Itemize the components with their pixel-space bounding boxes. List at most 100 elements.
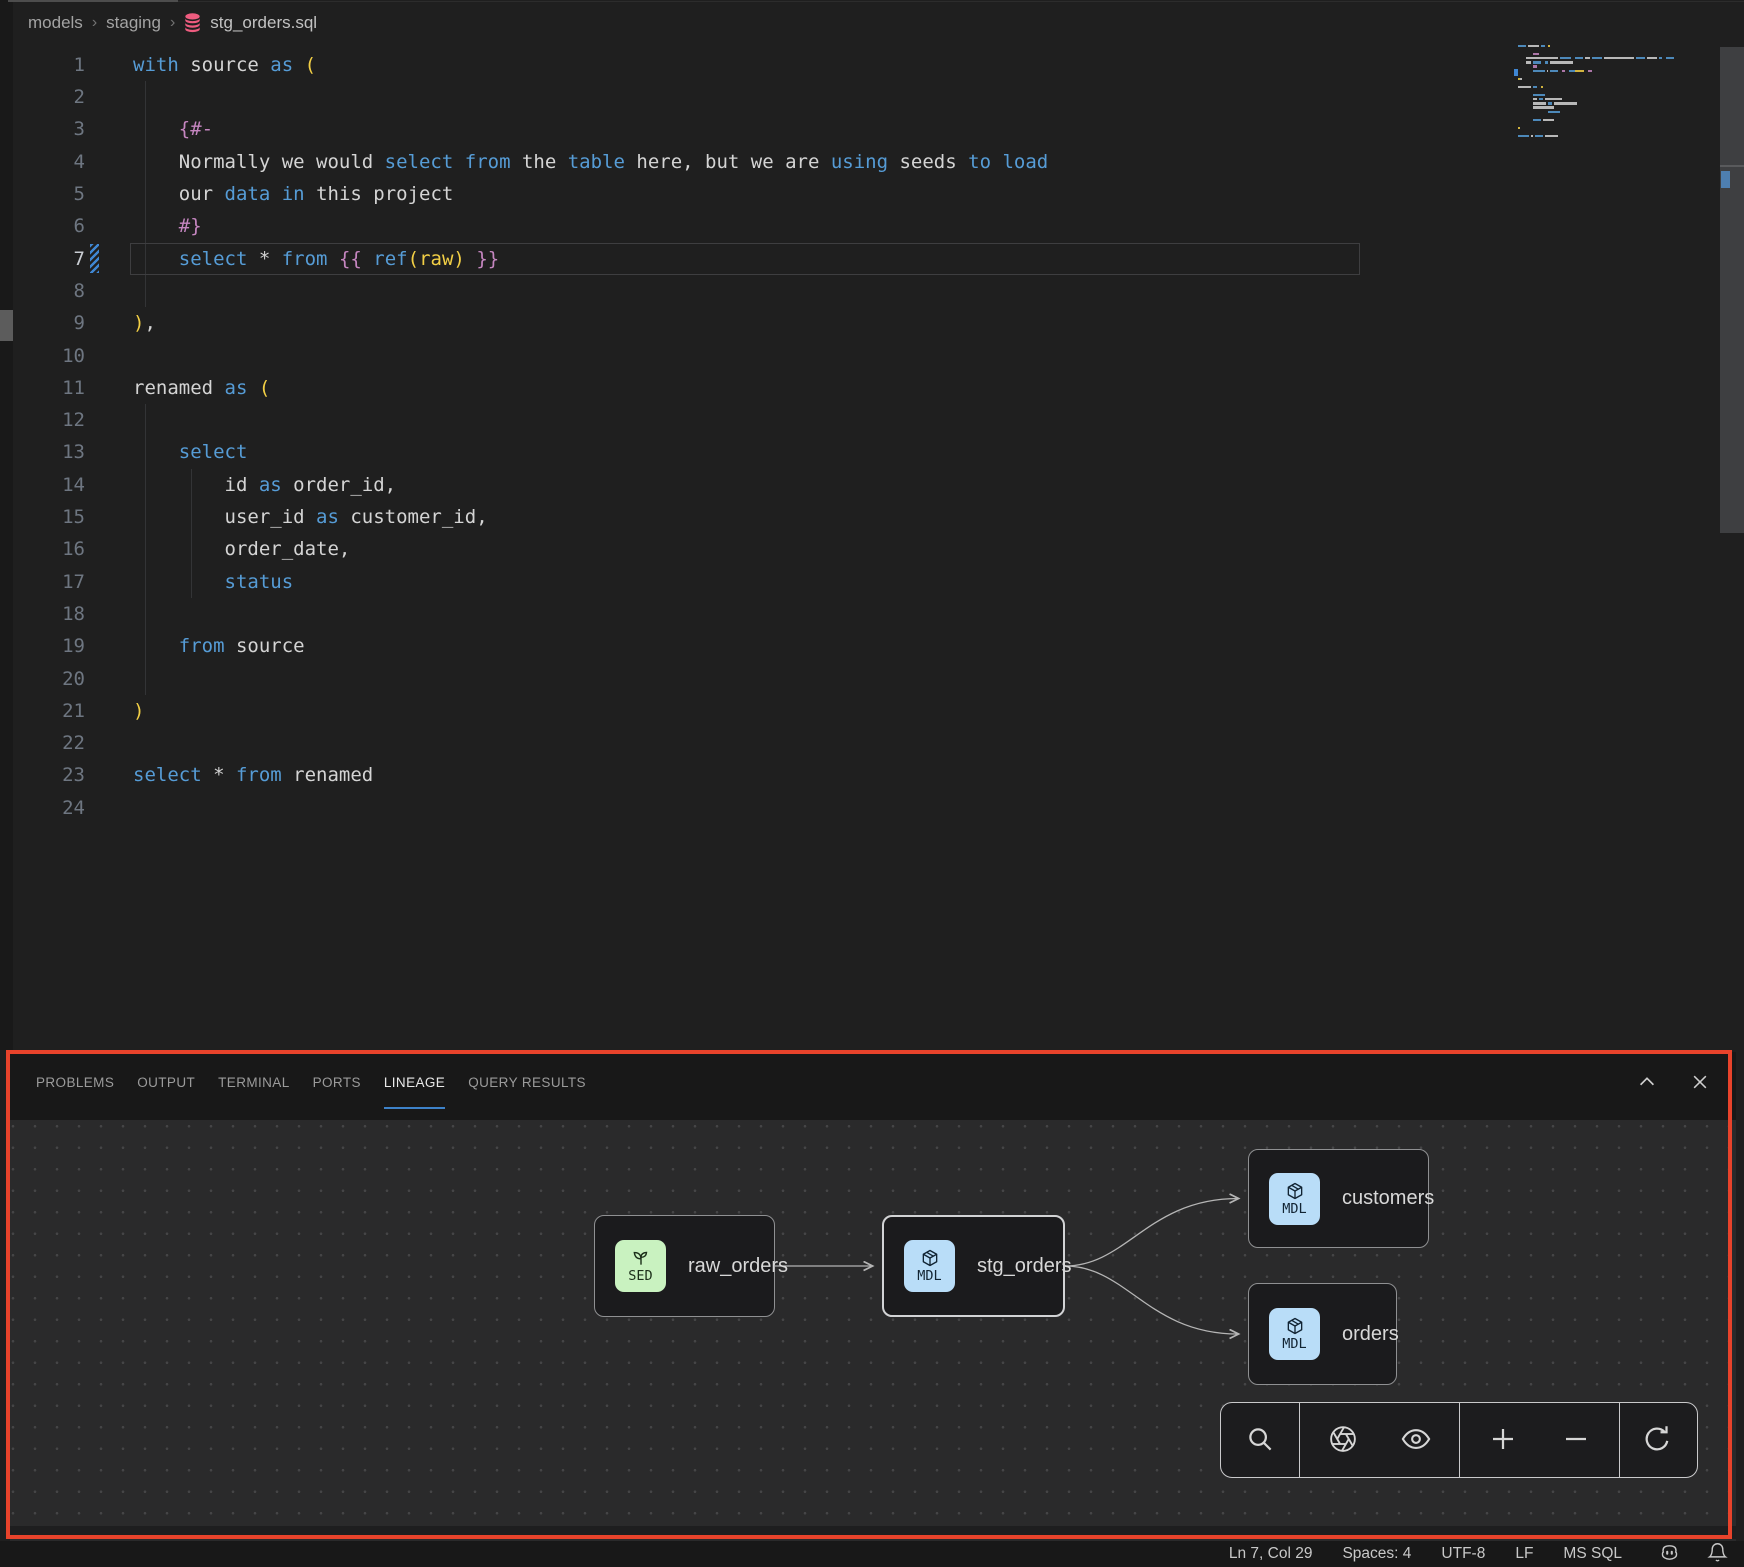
panel-scrollbar-track[interactable]: [10, 1526, 1736, 1539]
line-number: 20: [13, 663, 85, 696]
breadcrumb-file-name[interactable]: stg_orders.sql: [210, 13, 317, 33]
scrollbar[interactable]: [1720, 47, 1744, 533]
code-line-13[interactable]: 13 select: [13, 436, 247, 469]
line-number: 5: [13, 178, 85, 211]
node-badge: MDL: [1269, 1308, 1320, 1360]
code-line-16[interactable]: 16 order_date,: [13, 533, 350, 566]
code-line-22[interactable]: 22: [13, 727, 133, 760]
code-line-6[interactable]: 6 #}: [13, 210, 202, 243]
code-line-7[interactable]: 7 select * from {{ ref(raw) }}: [13, 243, 499, 276]
seedling-icon: [631, 1248, 651, 1268]
code-line-24[interactable]: 24: [13, 792, 133, 825]
breadcrumb-item-staging[interactable]: staging: [106, 13, 161, 33]
code-line-3[interactable]: 3 {#-: [13, 113, 213, 146]
code-text: id as order_id,: [133, 469, 396, 502]
scrollbar-line: [1720, 165, 1744, 167]
node-badge-label: MDL: [1282, 1336, 1306, 1352]
line-number: 19: [13, 630, 85, 663]
code-line-5[interactable]: 5 our data in this project: [13, 178, 453, 211]
code-text: select: [133, 436, 247, 469]
code-line-17[interactable]: 17 status: [13, 566, 293, 599]
code-text: order_date,: [133, 533, 350, 566]
code-line-11[interactable]: 11renamed as (: [13, 372, 270, 405]
minus-icon: [1561, 1424, 1591, 1457]
lineage-node-stg_orders[interactable]: MDLstg_orders: [882, 1215, 1065, 1317]
code-text: Normally we would select from the table …: [133, 146, 1048, 179]
status-language[interactable]: MS SQL: [1563, 1545, 1622, 1563]
status-encoding[interactable]: UTF-8: [1441, 1545, 1485, 1563]
line-number: 17: [13, 566, 85, 599]
code-line-15[interactable]: 15 user_id as customer_id,: [13, 501, 488, 534]
cube-icon: [1285, 1316, 1305, 1336]
code-text: select * from renamed: [133, 759, 373, 792]
overview-ruler-modified-marker: [1721, 171, 1730, 188]
code-line-12[interactable]: 12: [13, 404, 133, 437]
tab-query-results[interactable]: QUERY RESULTS: [468, 1058, 586, 1109]
breadcrumb-separator: ›: [92, 14, 97, 32]
code-line-10[interactable]: 10: [13, 340, 133, 373]
node-badge: MDL: [1269, 1173, 1320, 1225]
panel-tab-bar: PROBLEMS OUTPUT TERMINAL PORTS LINEAGE QUERY …: [10, 1052, 1736, 1120]
tab-output[interactable]: OUTPUT: [137, 1058, 195, 1109]
node-badge-label: MDL: [1282, 1201, 1306, 1217]
code-editor[interactable]: 1with source as (23 {#-4 Normally we wou…: [13, 42, 1720, 1050]
tab-terminal[interactable]: TERMINAL: [218, 1058, 289, 1109]
lineage-node-raw_orders[interactable]: SEDraw_orders: [594, 1215, 775, 1317]
code-line-9[interactable]: 9),: [13, 307, 156, 340]
line-number: 8: [13, 275, 85, 308]
line-number: 12: [13, 404, 85, 437]
minimap[interactable]: [1518, 44, 1703, 142]
code-line-14[interactable]: 14 id as order_id,: [13, 469, 396, 502]
panel-close-button[interactable]: [1688, 1070, 1712, 1094]
line-number: 9: [13, 307, 85, 340]
line-number: 3: [13, 113, 85, 146]
status-cursor-position[interactable]: Ln 7, Col 29: [1229, 1545, 1313, 1563]
code-line-4[interactable]: 4 Normally we would select from the tabl…: [13, 146, 1048, 179]
editor-tab-sliver: [8, 0, 178, 2]
plus-button[interactable]: [1474, 1411, 1532, 1469]
line-number: 1: [13, 49, 85, 82]
lineage-toolbar: [1220, 1402, 1698, 1478]
status-eol[interactable]: LF: [1515, 1545, 1533, 1563]
minus-button[interactable]: [1547, 1411, 1605, 1469]
tab-lineage[interactable]: LINEAGE: [384, 1058, 445, 1109]
copilot-button[interactable]: [1658, 1543, 1680, 1565]
panel-actions: [1635, 1070, 1712, 1094]
breadcrumb-item-models[interactable]: models: [28, 13, 83, 33]
line-number: 15: [13, 501, 85, 534]
code-line-2[interactable]: 2: [13, 81, 133, 114]
tab-bar-border: [178, 1, 1744, 2]
code-text: our data in this project: [133, 178, 453, 211]
lineage-graph[interactable]: SEDraw_ordersMDLstg_ordersMDLcustomersMD…: [10, 1120, 1736, 1541]
status-bar: Ln 7, Col 29 Spaces: 4 UTF-8 LF MS SQL: [0, 1541, 1744, 1567]
code-line-21[interactable]: 21): [13, 695, 144, 728]
line-number: 14: [13, 469, 85, 502]
left-rail-scroll-indicator[interactable]: [0, 310, 13, 341]
aperture-button[interactable]: [1314, 1411, 1372, 1469]
bell-button[interactable]: [1706, 1543, 1728, 1565]
node-label: orders: [1342, 1323, 1399, 1346]
cube-icon: [1285, 1181, 1305, 1201]
code-line-20[interactable]: 20: [13, 663, 133, 696]
eye-button[interactable]: [1387, 1411, 1445, 1469]
line-number: 10: [13, 340, 85, 373]
lineage-node-orders[interactable]: MDL orders: [1248, 1283, 1397, 1385]
line-number: 16: [13, 533, 85, 566]
code-line-19[interactable]: 19 from source: [13, 630, 305, 663]
search-button[interactable]: [1231, 1411, 1289, 1469]
plus-icon: [1488, 1424, 1518, 1457]
code-line-18[interactable]: 18: [13, 598, 133, 631]
code-line-23[interactable]: 23select * from renamed: [13, 759, 373, 792]
tab-problems[interactable]: PROBLEMS: [36, 1058, 114, 1109]
line-number: 2: [13, 81, 85, 114]
code-line-1[interactable]: 1with source as (: [13, 49, 316, 82]
line-number: 21: [13, 695, 85, 728]
left-rail: [0, 0, 13, 1050]
close-icon: [1694, 1076, 1706, 1088]
code-line-8[interactable]: 8: [13, 275, 133, 308]
refresh-button[interactable]: [1628, 1411, 1686, 1469]
status-indentation[interactable]: Spaces: 4: [1342, 1545, 1411, 1563]
panel-maximize-button[interactable]: [1635, 1070, 1659, 1094]
lineage-node-customers[interactable]: MDLcustomers: [1248, 1149, 1429, 1248]
tab-ports[interactable]: PORTS: [313, 1058, 361, 1109]
